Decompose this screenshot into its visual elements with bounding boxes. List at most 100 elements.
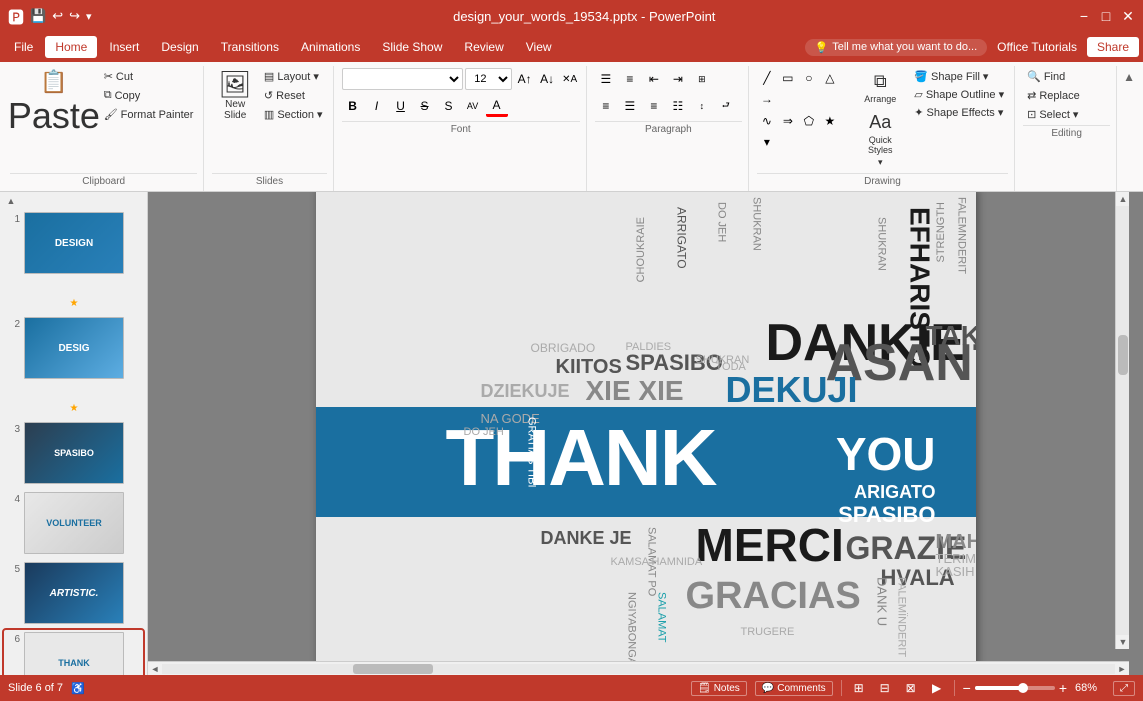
shape-outline-button[interactable]: ▱ Shape Outline ▾ [910,86,1008,103]
decrease-indent-button[interactable]: ⇤ [643,68,665,90]
slideshow-view-btn[interactable]: ▶ [928,679,946,697]
slide-thumb-1[interactable]: 1 DESIGN ★ [4,210,143,311]
char-spacing-button[interactable]: AV [462,95,484,117]
font-increase-button[interactable]: A↑ [514,68,534,90]
shape-fill-button[interactable]: 🪣 Shape Fill ▾ [910,68,1008,85]
slide-thumb-5[interactable]: 5 ARTISTIC. [4,560,143,626]
fit-to-window-btn[interactable]: ⤢ [1113,681,1135,696]
cut-button[interactable]: ✂ Cut [100,68,198,85]
line-shape[interactable]: ╱ [757,68,777,88]
quick-access-redo[interactable]: ↪ [69,8,80,24]
menu-home[interactable]: Home [45,36,97,58]
word-do-jeh2: DO JEH [464,427,504,438]
star-shape[interactable]: ★ [820,111,840,131]
slide-thumb-2[interactable]: 2 DESIG ★ [4,315,143,416]
line-spacing-button[interactable]: ↕ [691,95,713,117]
text-direction-button[interactable]: ⮐ [715,95,737,117]
more-shapes[interactable]: ▾ [757,132,777,152]
triangle-shape[interactable]: △ [820,68,840,88]
menu-file[interactable]: File [4,36,43,58]
replace-button[interactable]: ⇄ Replace [1023,87,1110,104]
tell-me-input[interactable]: 💡 Tell me what you want to do... [805,39,988,56]
h-scroll-track[interactable] [162,664,1115,674]
bold-button[interactable]: B [342,95,364,117]
menu-slideshow[interactable]: Slide Show [372,36,452,58]
align-right-button[interactable]: ≡ [643,95,665,117]
text-shadow-button[interactable]: S [438,95,460,117]
quick-styles-button[interactable]: Aa Quick Styles ▾ [854,109,906,171]
font-color-button[interactable]: A [486,95,508,117]
slide-thumb-6[interactable]: 6 THANK ★ [4,630,143,675]
scroll-left-btn[interactable]: ◄ [148,662,162,676]
menu-insert[interactable]: Insert [99,36,149,58]
paste-button[interactable]: 📋 Paste [10,68,98,140]
menu-design[interactable]: Design [151,36,208,58]
shape-effects-button[interactable]: ✦ Shape Effects ▾ [910,104,1008,121]
align-center-button[interactable]: ☰ [619,95,641,117]
maximize-btn[interactable]: □ [1099,9,1113,23]
menu-review[interactable]: Review [454,36,513,58]
copy-button[interactable]: ⧉ Copy [100,87,198,104]
clear-format-button[interactable]: ✕A [559,68,579,90]
menu-bar: File Home Insert Design Transitions Anim… [0,32,1143,62]
reset-button[interactable]: ↺ Reset [260,87,327,104]
drawing-content: ╱ ▭ ○ △ → ∿ ⇒ ⬠ ★ ▾ [757,68,1008,171]
slide-thumb-4[interactable]: 4 VOLUNTEER [4,490,143,556]
slide-canvas[interactable]: THANK YOU ARIGATO SPASIBO CHOUKRAIE ARRI… [316,192,976,675]
new-slide-button[interactable]: 🖼 New Slide [212,68,258,124]
scroll-down-btn[interactable]: ▼ [1116,635,1130,649]
slide-scroll-up[interactable]: ▲ [4,196,18,206]
normal-view-btn[interactable]: ⊞ [850,679,868,697]
font-family-select[interactable] [342,68,464,90]
circle-shape[interactable]: ○ [799,68,819,88]
align-left-button[interactable]: ≡ [595,95,617,117]
close-btn[interactable]: ✕ [1121,9,1135,23]
v-scrollbar[interactable]: ▲ ▼ [1115,192,1129,649]
select-button[interactable]: ⊡ Select ▾ [1023,106,1110,123]
minimize-btn[interactable]: − [1077,9,1091,23]
justify-button[interactable]: ☷ [667,95,689,117]
rect-shape[interactable]: ▭ [778,68,798,88]
quick-access-undo[interactable]: ↩ [52,8,63,24]
underline-button[interactable]: U [390,95,412,117]
scroll-right-btn[interactable]: ► [1115,662,1129,676]
columns-button[interactable]: ⊞ [691,68,713,90]
menu-view[interactable]: View [516,36,562,58]
layout-button[interactable]: ▤ Layout ▾ [260,68,327,85]
notes-button[interactable]: 🗒 Notes [691,681,747,696]
section-button[interactable]: ▥ Section ▾ [260,106,327,123]
quick-access-save[interactable]: 💾 [30,8,46,24]
format-painter-button[interactable]: 🖌 Format Painter [100,106,198,123]
menu-animations[interactable]: Animations [291,36,370,58]
office-tutorials-link[interactable]: Office Tutorials [989,36,1085,58]
curve-shape[interactable]: ∿ [757,111,777,131]
slide-panel[interactable]: ▲ 1 DESIGN ★ 2 DESIG ★ 3 [0,192,148,675]
h-scrollbar[interactable]: ◄ ► [148,661,1129,675]
scroll-up-btn[interactable]: ▲ [1116,192,1130,206]
ribbon-collapse[interactable]: ▲ [1119,66,1139,191]
zoom-thumb[interactable] [1018,683,1028,693]
numbering-button[interactable]: ≡ [619,68,641,90]
zoom-slider-track[interactable] [975,686,1055,690]
reading-view-btn[interactable]: ⊠ [902,679,920,697]
arrow-shape[interactable]: → [757,89,777,109]
zoom-plus-btn[interactable]: + [1059,680,1067,696]
bullets-button[interactable]: ☰ [595,68,617,90]
zoom-minus-btn[interactable]: − [963,680,971,696]
font-size-select[interactable]: 12 [465,68,512,90]
arrow2-shape[interactable]: ⇒ [778,111,798,131]
menu-transitions[interactable]: Transitions [211,36,289,58]
share-button[interactable]: Share [1087,37,1139,57]
find-button[interactable]: 🔍 Find [1023,68,1110,85]
italic-button[interactable]: I [366,95,388,117]
arrange-button[interactable]: ⧉ Arrange [854,68,906,107]
slide-sorter-btn[interactable]: ⊟ [876,679,894,697]
font-decrease-button[interactable]: A↓ [537,68,557,90]
increase-indent-button[interactable]: ⇥ [667,68,689,90]
pentagon-shape[interactable]: ⬠ [799,111,819,131]
scroll-track-v[interactable] [1116,206,1129,635]
comments-button[interactable]: 💬 Comments [755,681,833,696]
canvas-area[interactable]: ▲ ▼ THANK YOU ARIGATO SPASIBO CHOUKRAIE … [148,192,1143,675]
strikethrough-button[interactable]: S [414,95,436,117]
slide-thumb-3[interactable]: 3 SPASIBO [4,420,143,486]
